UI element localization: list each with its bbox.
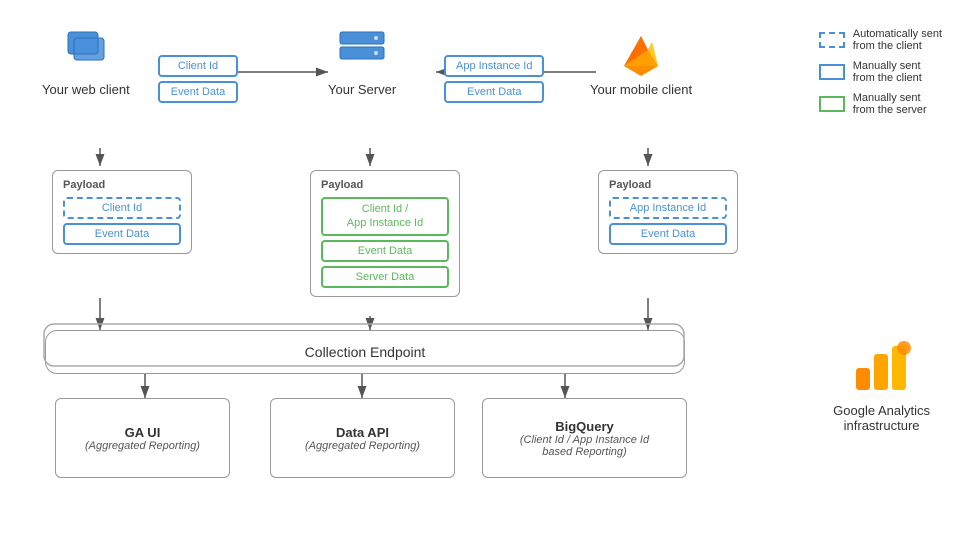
- ga-ui-title: GA UI: [125, 425, 161, 440]
- app-instance-id-box: App Instance Id: [444, 55, 544, 77]
- ga-infrastructure-label: Google Analytics infrastructure: [833, 403, 930, 433]
- server-svg: [334, 28, 390, 78]
- ga-ui-box: GA UI (Aggregated Reporting): [55, 398, 230, 478]
- payload-mobile: Payload App Instance Id Event Data: [598, 170, 738, 254]
- payload-web: Payload Client Id Event Data: [52, 170, 192, 254]
- data-api-title: Data API: [336, 425, 389, 440]
- payload-web-label: Payload: [63, 179, 181, 191]
- server-icon: Your Server: [328, 28, 396, 97]
- payload-server-label: Payload: [321, 179, 449, 191]
- ga-ui-subtitle: (Aggregated Reporting): [85, 440, 200, 452]
- mobile-server-data-boxes: App Instance Id Event Data: [444, 55, 544, 103]
- payload-mobile-app-instance-id: App Instance Id: [609, 197, 727, 219]
- mobile-client-label: Your mobile client: [590, 82, 692, 97]
- data-api-subtitle: (Aggregated Reporting): [305, 440, 420, 452]
- barchart-icon: [852, 340, 912, 395]
- diagram: Automatically sent from the client Manua…: [0, 0, 960, 540]
- legend-item-auto: Automatically sent from the client: [819, 28, 942, 52]
- legend-item-manual-server: Manually sent from the server: [819, 92, 942, 116]
- payload-web-event-data: Event Data: [63, 223, 181, 245]
- legend-box-manual-blue: [819, 64, 845, 80]
- ga-infrastructure: Google Analytics infrastructure: [833, 340, 930, 433]
- legend-box-manual-green: [819, 96, 845, 112]
- collection-endpoint: Collection Endpoint: [45, 330, 685, 374]
- payload-mobile-event-data: Event Data: [609, 223, 727, 245]
- legend-box-auto: [819, 32, 845, 48]
- legend-label-auto: Automatically sent from the client: [853, 28, 942, 52]
- mobile-client-icon: Your mobile client: [590, 28, 692, 97]
- collection-endpoint-label: Collection Endpoint: [305, 344, 426, 360]
- event-data-box-mobile-header: Event Data: [444, 81, 544, 103]
- bigquery-title: BigQuery: [555, 419, 614, 434]
- server-label: Your Server: [328, 82, 396, 97]
- event-data-box-web: Event Data: [158, 81, 238, 103]
- data-api-box: Data API (Aggregated Reporting): [270, 398, 455, 478]
- payload-server-server-data: Server Data: [321, 266, 449, 288]
- bigquery-subtitle: (Client Id / App Instance Id based Repor…: [520, 434, 649, 458]
- payload-mobile-label: Payload: [609, 179, 727, 191]
- bigquery-box: BigQuery (Client Id / App Instance Id ba…: [482, 398, 687, 478]
- web-server-data-boxes: Client Id Event Data: [158, 55, 238, 103]
- payload-server-event-data: Event Data: [321, 240, 449, 262]
- client-id-box: Client Id: [158, 55, 238, 77]
- legend-label-manual-client: Manually sent from the client: [853, 60, 922, 84]
- legend-item-manual-client: Manually sent from the client: [819, 60, 942, 84]
- payload-server-client-id: Client Id / App Instance Id: [321, 197, 449, 236]
- web-client-icon: Your web client: [42, 28, 130, 97]
- web-client-label: Your web client: [42, 82, 130, 97]
- payload-server: Payload Client Id / App Instance Id Even…: [310, 170, 460, 297]
- firebase-svg: [618, 28, 664, 78]
- monitor-svg: [58, 28, 114, 78]
- legend: Automatically sent from the client Manua…: [819, 28, 942, 116]
- legend-label-manual-server: Manually sent from the server: [853, 92, 927, 116]
- payload-web-client-id: Client Id: [63, 197, 181, 219]
